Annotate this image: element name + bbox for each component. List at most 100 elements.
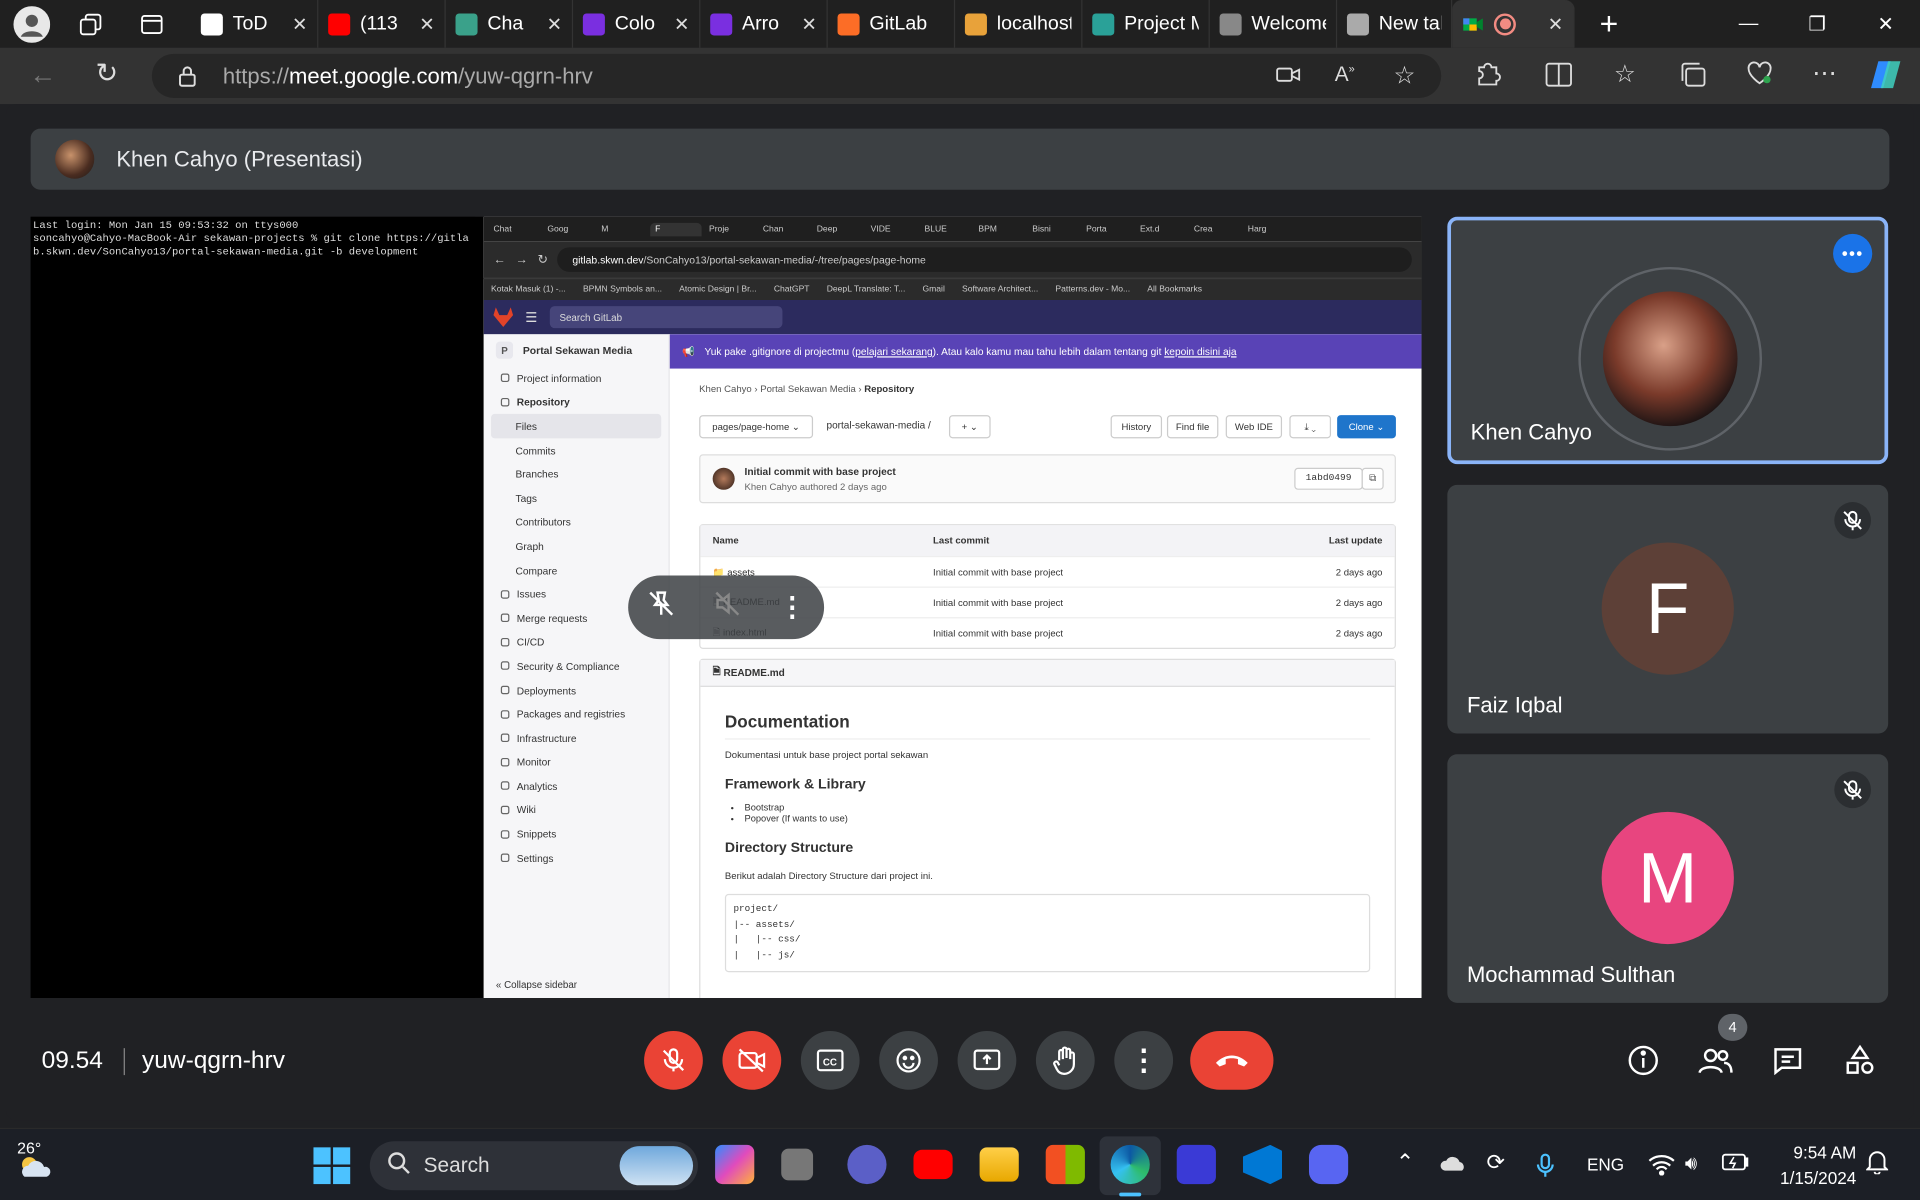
- hamburger-icon: ☰: [525, 310, 538, 326]
- more-options-button[interactable]: ⋮: [1114, 1031, 1174, 1090]
- new-tab-icon[interactable]: +: [1587, 2, 1631, 46]
- unpin-icon[interactable]: [647, 589, 676, 626]
- browser-tab[interactable]: Arro ✕: [700, 0, 828, 48]
- restore-icon[interactable]: ❐: [1783, 0, 1852, 48]
- wifi-icon[interactable]: [1648, 1153, 1675, 1179]
- participant-tile[interactable]: M Mochammad Sulthan: [1447, 754, 1889, 1003]
- tab-favicon-icon: [710, 12, 733, 35]
- bookmark-item: All Bookmarks: [1147, 285, 1203, 294]
- close-window-icon[interactable]: ✕: [1851, 0, 1920, 48]
- start-button[interactable]: [313, 1147, 351, 1185]
- shared-reload-icon: ↻: [537, 252, 548, 267]
- search-highlight-icon: [619, 1146, 694, 1186]
- browser-tab[interactable]: Welcome: [1210, 0, 1338, 48]
- camera-permission-icon[interactable]: [1276, 64, 1301, 93]
- url-field[interactable]: https://meet.google.com/yuw-qgrn-hrv A» …: [151, 53, 1442, 98]
- gitlab-sidebar-item: Infrastructure: [484, 726, 669, 750]
- browser-tab[interactable]: localhost: [955, 0, 1083, 48]
- refresh-icon[interactable]: ↻: [96, 58, 119, 90]
- sidebar-item-label: CI/CD: [516, 635, 545, 649]
- close-tab-icon[interactable]: ✕: [801, 13, 816, 35]
- close-tab-icon[interactable]: ✕: [674, 13, 689, 35]
- tile-more-options-icon[interactable]: ⋮: [779, 591, 806, 623]
- taskbar-search[interactable]: Search: [369, 1141, 698, 1191]
- sidebar-item-label: Files: [515, 419, 537, 433]
- cloud-icon: [22, 1157, 51, 1177]
- captions-button[interactable]: CC: [800, 1031, 860, 1090]
- browser-tab[interactable]: GitLab: [828, 0, 956, 48]
- teams-app-icon[interactable]: [847, 1144, 887, 1185]
- chat-icon[interactable]: [1766, 1038, 1810, 1082]
- favorites-icon[interactable]: ☆: [1614, 59, 1636, 90]
- commit-meta: Khen Cahyo authored 2 days ago: [744, 481, 887, 493]
- profile-icon[interactable]: [10, 2, 54, 46]
- discord-app-icon[interactable]: [1308, 1144, 1349, 1185]
- gitignore-banner: 📢 Yuk pake .gitignore di projectmu (pela…: [669, 334, 1422, 369]
- browser-tab[interactable]: ToD ✕: [191, 0, 319, 48]
- extensions-icon[interactable]: [1474, 60, 1501, 94]
- split-screen-icon[interactable]: [1545, 62, 1572, 94]
- weather-widget[interactable]: 26°: [17, 1139, 54, 1179]
- close-tab-icon[interactable]: ✕: [292, 13, 307, 35]
- browser-tab-bar: ToD ✕ (113 ✕ Cha ✕ Colo ✕ Arro ✕ GitLab localhost Pr…: [0, 0, 1920, 48]
- notification-bell-icon[interactable]: [1864, 1150, 1890, 1178]
- sync-icon[interactable]: ⟳: [1487, 1150, 1505, 1176]
- workspaces-icon[interactable]: [69, 2, 113, 46]
- tray-overflow-icon[interactable]: ⌃: [1396, 1150, 1414, 1176]
- favorite-star-icon[interactable]: ☆: [1393, 60, 1415, 91]
- youtube-app-icon[interactable]: [913, 1149, 953, 1180]
- browser-tab[interactable]: Project M: [1082, 0, 1210, 48]
- vertical-tabs-icon[interactable]: [130, 2, 174, 46]
- camera-toggle-button[interactable]: [722, 1031, 782, 1090]
- participant-tile[interactable]: ••• Khen Cahyo: [1447, 216, 1889, 465]
- copilot-app-icon[interactable]: [715, 1144, 755, 1185]
- vscode-app-icon[interactable]: [1242, 1144, 1283, 1185]
- onedrive-icon[interactable]: [1440, 1153, 1467, 1176]
- read-aloud-icon[interactable]: A»: [1335, 62, 1355, 86]
- volume-icon[interactable]: 🔊︎: [1685, 1153, 1697, 1175]
- activities-icon[interactable]: [1838, 1038, 1882, 1082]
- close-tab-icon[interactable]: ✕: [547, 13, 562, 35]
- microphone-icon[interactable]: [1536, 1153, 1556, 1181]
- file-explorer-icon[interactable]: [979, 1147, 1019, 1182]
- mute-tile-icon[interactable]: [713, 589, 742, 626]
- dev-app-icon[interactable]: [1176, 1144, 1216, 1185]
- gitlab-main: 📢 Yuk pake .gitignore di projectmu (pela…: [669, 334, 1422, 998]
- participant-options-icon[interactable]: •••: [1833, 233, 1873, 274]
- bookmark-item: Patterns.dev - Mo...: [1055, 285, 1131, 294]
- browser-tab[interactable]: New tab: [1337, 0, 1453, 48]
- tab-google-meet[interactable]: ✕: [1452, 0, 1575, 48]
- taskbar-time: 9:54 AM: [1793, 1142, 1857, 1163]
- copilot-icon[interactable]: [1869, 59, 1903, 98]
- emoji-reaction-button[interactable]: [879, 1031, 938, 1090]
- taskbar-clock[interactable]: 9:54 AM 1/15/2024: [1763, 1140, 1856, 1191]
- people-icon[interactable]: [1693, 1038, 1737, 1082]
- raise-hand-button[interactable]: [1035, 1031, 1095, 1090]
- task-view-icon[interactable]: [781, 1148, 814, 1181]
- close-tab-icon[interactable]: ✕: [1548, 13, 1563, 35]
- tab-favicon-icon: [964, 12, 987, 35]
- more-menu-icon[interactable]: ⋯: [1812, 58, 1836, 89]
- close-tab-icon[interactable]: ✕: [419, 13, 434, 35]
- mic-toggle-button[interactable]: [644, 1031, 703, 1090]
- language-indicator[interactable]: ENG: [1587, 1155, 1624, 1175]
- browser-essentials-icon[interactable]: [1746, 61, 1773, 93]
- bookmark-item: Kotak Masuk (1) -...: [491, 285, 566, 294]
- leave-call-button[interactable]: [1190, 1031, 1274, 1090]
- browser-tab[interactable]: Cha ✕: [446, 0, 574, 48]
- participant-tile[interactable]: F Faiz Iqbal: [1447, 484, 1889, 734]
- browser-tab[interactable]: Colo ✕: [573, 0, 701, 48]
- meeting-info-icon[interactable]: [1621, 1038, 1665, 1082]
- shared-forward-icon: →: [515, 252, 528, 267]
- present-screen-button[interactable]: [957, 1031, 1017, 1090]
- back-icon[interactable]: ←: [29, 59, 56, 91]
- microsoft-store-icon[interactable]: [1045, 1144, 1085, 1185]
- tab-favicon-icon: [1219, 12, 1242, 35]
- participant-name: Khen Cahyo: [1470, 420, 1592, 445]
- sidebar-item-label: Issues: [516, 587, 547, 601]
- collections-icon[interactable]: [1680, 62, 1707, 94]
- edge-app-icon[interactable]: [1110, 1144, 1150, 1185]
- battery-icon[interactable]: [1721, 1153, 1749, 1174]
- minimize-icon[interactable]: —: [1714, 0, 1783, 48]
- browser-tab[interactable]: (113 ✕: [318, 0, 446, 48]
